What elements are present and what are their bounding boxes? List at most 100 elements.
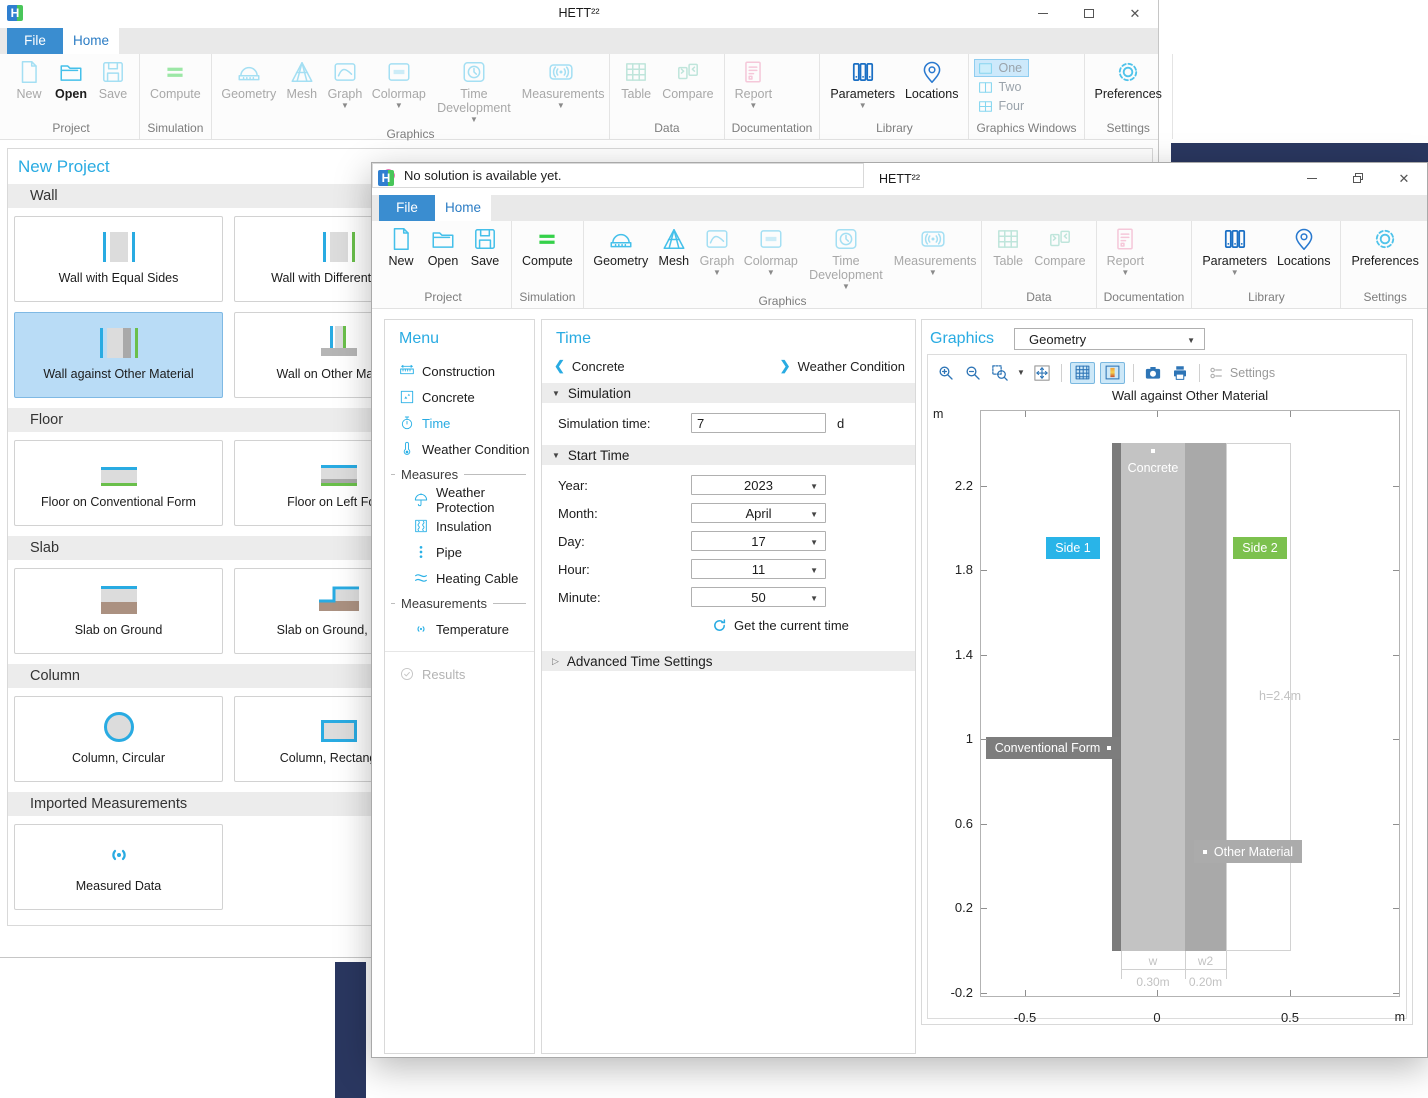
ribbon-button-label: Report	[735, 87, 773, 101]
ribbon-parameters-button[interactable]: Parameters▼	[825, 55, 900, 111]
minimize-button[interactable]	[1020, 0, 1066, 26]
ribbon-button-label: Compute	[150, 87, 201, 101]
hour-row: Hour: 11▼	[542, 559, 915, 579]
project-card-wall-with-equal-sides[interactable]: Wall with Equal Sides	[14, 216, 223, 302]
ribbon-button-label: Table	[621, 87, 651, 101]
zoom-box-button[interactable]	[989, 362, 1011, 384]
maximize-button[interactable]	[1066, 0, 1112, 26]
y-tick-mark	[981, 570, 987, 571]
ribbon-button-label: Time Development	[807, 254, 884, 282]
menu-group-measures: Measures	[385, 462, 534, 487]
tab-home[interactable]: Home	[435, 195, 491, 221]
ribbon-locations-button[interactable]: Locations	[900, 55, 964, 102]
menu-item-weather-protection[interactable]: Weather Protection	[385, 487, 534, 513]
ribbon-mesh-button[interactable]: Mesh	[653, 222, 695, 269]
snapshot-button[interactable]	[1142, 362, 1164, 384]
ribbon-group-caption: Simulation	[145, 119, 206, 139]
zoom-in-button[interactable]	[935, 362, 957, 384]
project-card-column-circular[interactable]: Column, Circular	[14, 696, 223, 782]
marker-square	[1203, 850, 1207, 854]
signal-icon	[919, 225, 947, 253]
graphics-view-select[interactable]: Geometry ▼	[1014, 328, 1205, 350]
ribbon-new-button[interactable]: New	[380, 222, 422, 269]
wall-region-concrete	[1121, 443, 1185, 951]
menu-item-pipe[interactable]: Pipe	[385, 539, 534, 565]
ribbon-colormap-button: Colormap▼	[739, 222, 802, 278]
colorbar-toggle-button[interactable]	[1100, 362, 1125, 384]
title-bar: H HETT²² ✕	[372, 163, 1427, 193]
print-button[interactable]	[1169, 362, 1191, 384]
nav-back-concrete[interactable]: ❮ Concrete	[554, 358, 625, 374]
panel-navigation: ❮ Concrete ❯ Weather Condition	[542, 358, 915, 383]
menu-item-temperature[interactable]: Temperature	[385, 616, 534, 642]
menu-item-time[interactable]: Time	[385, 410, 534, 436]
project-card-measured-data[interactable]: Measured Data	[14, 824, 223, 910]
chevron-down-icon: ▼	[749, 102, 757, 110]
close-button[interactable]: ✕	[1381, 163, 1427, 193]
ribbon-button-label: Compute	[522, 254, 573, 268]
simulation-time-input[interactable]: 7	[691, 413, 826, 433]
minute-select[interactable]: 50▼	[691, 587, 826, 607]
ribbon: NewOpenSaveProjectComputeSimulationGeome…	[372, 221, 1427, 309]
get-current-time-button[interactable]: Get the current time	[712, 618, 915, 633]
ribbon-group-caption: Data	[615, 119, 718, 139]
ribbon-button-label: Preferences	[1095, 87, 1162, 101]
minimize-button[interactable]	[1289, 163, 1335, 193]
menu-item-concrete[interactable]: Concrete	[385, 384, 534, 410]
menu-item-heating-cable[interactable]: Heating Cable	[385, 565, 534, 591]
year-select[interactable]: 2023▼	[691, 475, 826, 495]
ribbon-preferences-button[interactable]: Preferences	[1090, 55, 1167, 102]
ribbon-preferences-button[interactable]: Preferences	[1346, 222, 1423, 269]
ribbon-geometry-button[interactable]: Geometry	[589, 222, 653, 269]
project-card-wall-against-other-material[interactable]: Wall against Other Material	[14, 312, 223, 398]
plot-settings-button[interactable]: Settings	[1208, 365, 1275, 381]
restore-button[interactable]	[1335, 163, 1381, 193]
time-settings-panel: Time ❮ Concrete ❯ Weather Condition ▼ Si…	[541, 319, 916, 1054]
grid-toggle-button[interactable]	[1070, 362, 1095, 384]
hour-select[interactable]: 11▼	[691, 559, 826, 579]
nav-forward-weather-condition[interactable]: ❯ Weather Condition	[780, 358, 905, 374]
tab-file[interactable]: File	[7, 28, 63, 54]
zoom-extents-button[interactable]	[1031, 362, 1053, 384]
chevron-down-icon: ▼	[929, 269, 937, 277]
window-title: HETT²²	[0, 6, 1158, 20]
tab-file[interactable]: File	[379, 195, 435, 221]
ribbon-save-button[interactable]: Save	[464, 222, 506, 269]
geometry-plot[interactable]: Wall against Other Material m m Concrete…	[980, 410, 1400, 997]
project-card-slab-on-ground[interactable]: Slab on Ground	[14, 568, 223, 654]
section-advanced-time-settings[interactable]: ▷ Advanced Time Settings	[542, 651, 915, 671]
chevron-down-icon: ▼	[341, 102, 349, 110]
ribbon-locations-button[interactable]: Locations	[1272, 222, 1336, 269]
minimize-icon	[1038, 13, 1048, 14]
ribbon-option-two[interactable]: Two	[974, 78, 1028, 96]
card-icon-slab-edge	[316, 580, 362, 614]
y-axis-unit: m	[933, 407, 943, 421]
menu-item-weather-condition[interactable]: Weather Condition	[385, 436, 534, 462]
marker-square	[1107, 746, 1111, 750]
get-current-time-label: Get the current time	[734, 618, 849, 633]
section-start-time[interactable]: ▼ Start Time	[542, 445, 915, 465]
ribbon-open-button[interactable]: Open	[422, 222, 464, 269]
chevron-down-icon[interactable]: ▼	[1017, 368, 1025, 377]
menu-item-insulation[interactable]: Insulation	[385, 513, 534, 539]
month-select[interactable]: April▼	[691, 503, 826, 523]
ribbon-option-four[interactable]: Four	[974, 97, 1031, 115]
close-button[interactable]: ✕	[1112, 0, 1158, 26]
ribbon-parameters-button[interactable]: Parameters▼	[1197, 222, 1272, 278]
compute-icon	[161, 58, 189, 86]
ribbon-compute-button[interactable]: Compute	[517, 222, 578, 269]
project-card-floor-on-conventional-form[interactable]: Floor on Conventional Form	[14, 440, 223, 526]
cable-icon	[413, 570, 429, 586]
gear-icon	[1371, 225, 1399, 253]
x-tick-mark	[1290, 411, 1291, 417]
tab-home[interactable]: Home	[63, 28, 119, 54]
ribbon-group-caption: Settings	[1090, 119, 1167, 139]
menu-item-construction[interactable]: Construction	[385, 358, 534, 384]
zoom-out-button[interactable]	[962, 362, 984, 384]
wall-region-conventional-form	[1112, 443, 1121, 951]
section-simulation[interactable]: ▼ Simulation	[542, 383, 915, 403]
ribbon-option-one[interactable]: One	[974, 59, 1029, 77]
day-select[interactable]: 17▼	[691, 531, 826, 551]
project-card-label: Floor on Conventional Form	[41, 495, 196, 509]
ribbon-open-button[interactable]: Open	[50, 55, 92, 102]
